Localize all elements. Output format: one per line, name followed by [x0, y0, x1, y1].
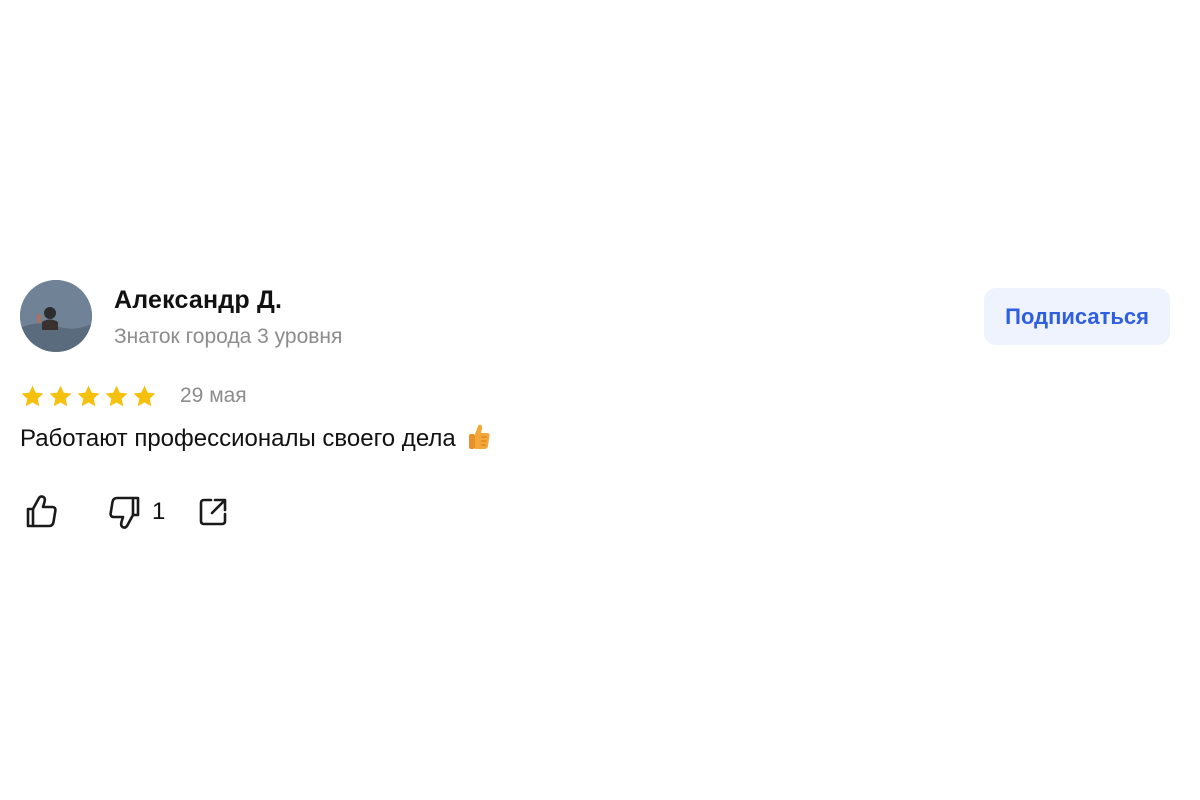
subscribe-button[interactable]: Подписаться — [984, 288, 1170, 345]
author-name[interactable]: Александр Д. — [114, 286, 282, 315]
star-icon — [49, 385, 72, 406]
page: Александр Д. Знаток города 3 уровня Подп… — [0, 0, 1200, 800]
dislike-button[interactable]: 1 — [104, 492, 165, 532]
thumbs-up-emoji-icon — [469, 424, 490, 449]
review-date: 29 мая — [180, 384, 247, 407]
like-button[interactable] — [22, 492, 62, 532]
star-icon — [21, 385, 44, 406]
review-text-content: Работают профессионалы своего дела — [20, 425, 456, 452]
dislike-count: 1 — [152, 498, 166, 525]
review-header: Александр Д. Знаток города 3 уровня Подп… — [20, 280, 1170, 354]
share-icon — [200, 498, 227, 526]
review-card: Александр Д. Знаток города 3 уровня Подп… — [20, 280, 1170, 529]
review-text: Работают профессионалы своего дела — [20, 423, 492, 453]
review-meta: 29 мая — [20, 380, 247, 412]
thumbs-up-icon — [26, 495, 57, 528]
star-icon — [77, 385, 100, 406]
review-actions: 1 — [20, 492, 233, 532]
share-button[interactable] — [193, 492, 233, 532]
star-icon — [133, 385, 156, 406]
thumbs-down-icon — [109, 496, 140, 529]
rating-stars — [20, 384, 157, 409]
star-icon — [105, 385, 128, 406]
author-level: Знаток города 3 уровня — [114, 325, 343, 348]
avatar-photo — [20, 280, 92, 352]
avatar[interactable] — [20, 280, 92, 352]
